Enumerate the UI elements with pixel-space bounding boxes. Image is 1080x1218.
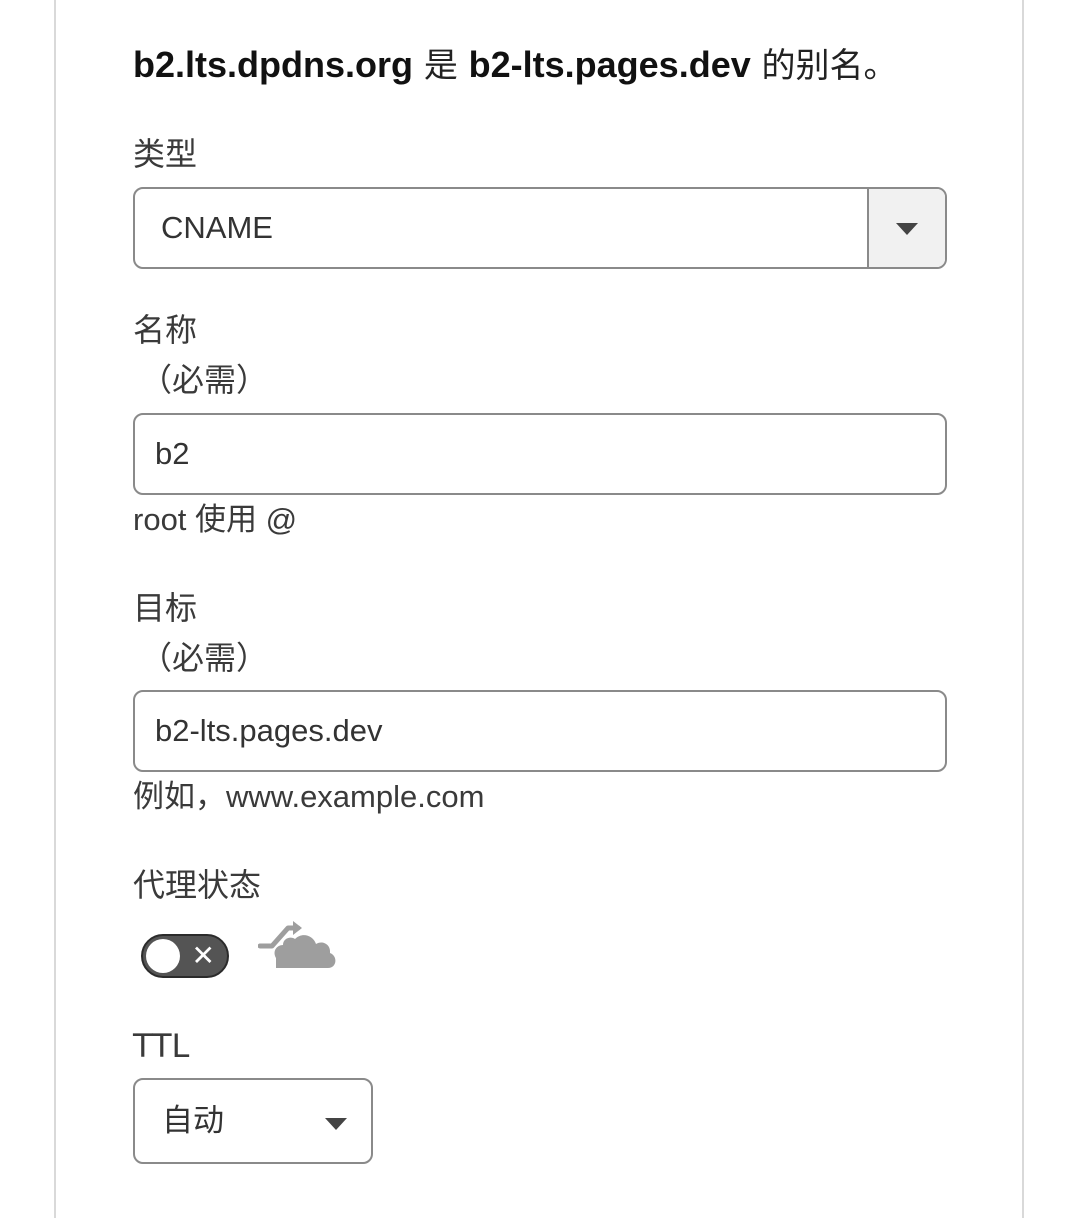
proxy-status-label: 代理状态 [133,866,262,904]
ttl-label: TTL [133,1027,190,1065]
record-form-panel [54,0,1024,1218]
record-summary: b2.lts.dpdns.org 是 b2-lts.pages.dev 的别名。 [133,40,898,91]
chevron-down-icon [896,223,918,235]
type-label: 类型 [133,135,198,173]
summary-suffix: 的别名。 [750,46,898,86]
summary-target-name: b2-lts.pages.dev [468,44,751,85]
summary-connector: 是 [413,46,469,86]
ttl-select[interactable]: 自动 [133,1078,373,1164]
type-select-value: CNAME [161,210,273,245]
target-required-label: （必需） [140,639,269,677]
type-select-toggle[interactable] [867,189,945,267]
target-hint: 例如，www.example.com [133,779,485,814]
toggle-knob [146,939,180,973]
chevron-down-icon [325,1118,347,1130]
target-input[interactable]: b2-lts.pages.dev [133,690,947,772]
type-select[interactable]: CNAME [133,187,947,269]
proxy-status-toggle[interactable]: ✕ [141,934,229,978]
dns-only-cloud-icon [258,921,336,968]
name-input-value: b2 [155,436,190,471]
close-icon: ✕ [191,939,215,972]
name-required-label: （必需） [140,361,269,399]
target-input-value: b2-lts.pages.dev [155,713,383,748]
name-label: 名称 [133,311,198,349]
name-hint: root 使用 @ [133,502,298,537]
summary-alias-name: b2.lts.dpdns.org [133,44,414,85]
ttl-select-value: 自动 [162,1103,224,1138]
target-label: 目标 [133,589,198,627]
name-input[interactable]: b2 [133,413,947,495]
